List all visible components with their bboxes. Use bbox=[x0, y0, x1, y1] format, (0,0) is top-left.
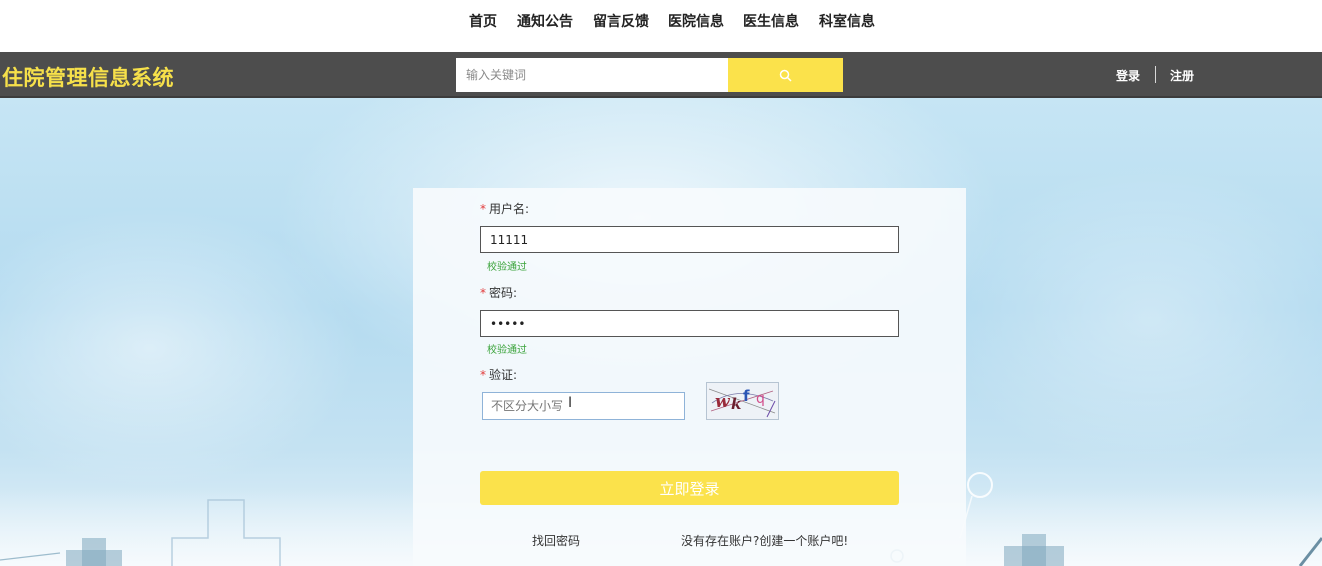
text-cursor-icon: I bbox=[568, 395, 573, 411]
svg-text:k: k bbox=[731, 395, 741, 413]
main-background: *用户名: 校验通过 *密码: 校验通过 *验证: I w k f q 立即登录… bbox=[0, 98, 1322, 566]
username-field[interactable] bbox=[480, 226, 899, 253]
password-label-text: 密码: bbox=[489, 286, 518, 300]
nav-item-feedback[interactable]: 留言反馈 bbox=[593, 11, 649, 31]
login-link[interactable]: 登录 bbox=[1116, 67, 1140, 84]
svg-text:w: w bbox=[715, 392, 731, 412]
password-label: * 密码: bbox=[480, 284, 517, 301]
captcha-graphic: w k f q bbox=[708, 387, 776, 418]
search-button[interactable] bbox=[728, 58, 843, 92]
svg-text:q: q bbox=[756, 391, 765, 407]
search-icon bbox=[779, 69, 792, 82]
auth-divider bbox=[1155, 66, 1156, 83]
nav-item-notices[interactable]: 通知公告 bbox=[517, 11, 573, 31]
nav-item-hospital-info[interactable]: 医院信息 bbox=[668, 11, 724, 31]
captcha-label: * 验证: bbox=[480, 366, 517, 383]
captcha-input[interactable] bbox=[482, 392, 685, 420]
create-account-link[interactable]: 没有存在账户?创建一个账户吧! bbox=[681, 532, 848, 549]
required-mark: * bbox=[480, 202, 486, 216]
password-field[interactable] bbox=[480, 310, 899, 337]
login-submit-button[interactable]: 立即登录 bbox=[480, 471, 899, 505]
required-mark: * bbox=[480, 368, 486, 382]
top-navigation: 首页 通知公告 留言反馈 医院信息 医生信息 科室信息 bbox=[0, 0, 1322, 52]
nav-item-department-info[interactable]: 科室信息 bbox=[819, 11, 875, 31]
register-link[interactable]: 注册 bbox=[1170, 67, 1194, 84]
nav-item-doctor-info[interactable]: 医生信息 bbox=[743, 11, 799, 31]
svg-text:f: f bbox=[743, 387, 750, 405]
captcha-image[interactable]: w k f q bbox=[706, 382, 779, 420]
password-validation-status: 校验通过 bbox=[487, 345, 527, 356]
forgot-password-link[interactable]: 找回密码 bbox=[532, 532, 580, 549]
login-panel: *用户名: 校验通过 *密码: 校验通过 *验证: I w k f q 立即登录… bbox=[413, 188, 966, 566]
header-bar: 住院管理信息系统 登录 注册 bbox=[0, 52, 1322, 98]
username-label: * 用户名: bbox=[480, 200, 529, 217]
captcha-label-text: 验证: bbox=[489, 368, 518, 382]
username-validation-status: 校验通过 bbox=[487, 262, 527, 273]
nav-item-home[interactable]: 首页 bbox=[469, 11, 497, 31]
username-label-text: 用户名: bbox=[489, 202, 530, 216]
search-input[interactable] bbox=[456, 58, 728, 92]
required-mark: * bbox=[480, 286, 486, 300]
site-logo[interactable]: 住院管理信息系统 bbox=[2, 62, 174, 92]
